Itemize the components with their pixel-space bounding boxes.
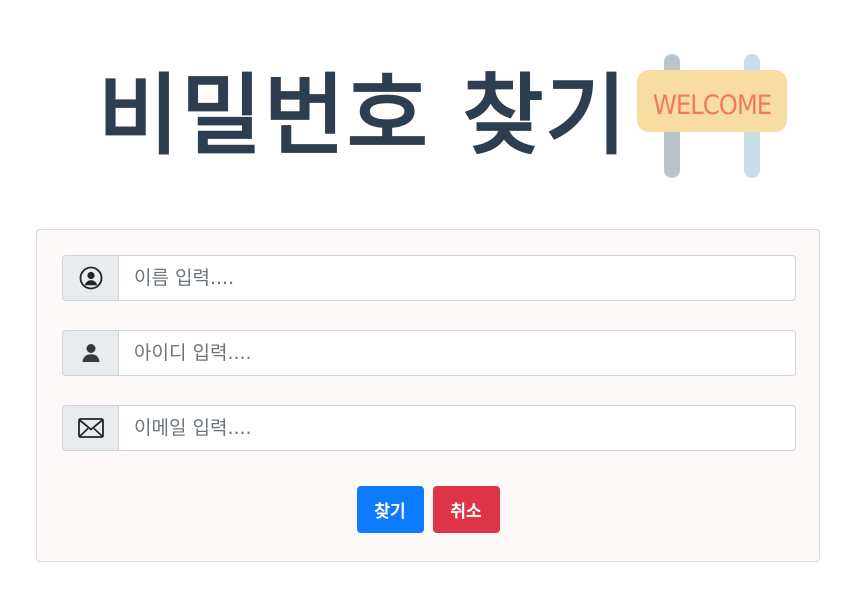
user-circle-icon xyxy=(79,266,102,290)
name-addon xyxy=(62,255,118,301)
cancel-button[interactable]: 취소 xyxy=(432,486,500,533)
id-addon xyxy=(62,330,118,376)
user-icon xyxy=(82,344,99,362)
id-input-group xyxy=(62,330,796,376)
email-input-group xyxy=(62,405,796,451)
form-actions: 찾기 취소 xyxy=(37,486,819,533)
page-title: 비밀번호 찾기 xyxy=(98,64,629,167)
name-input-group xyxy=(62,255,796,301)
email-addon xyxy=(62,405,118,451)
id-input[interactable] xyxy=(118,330,796,376)
find-button[interactable]: 찾기 xyxy=(356,486,424,533)
find-password-form: 찾기 취소 xyxy=(36,229,820,562)
welcome-sign-text: WELCOME xyxy=(653,90,771,121)
page-header: 비밀번호 찾기 WELCOME xyxy=(0,48,868,184)
email-input[interactable] xyxy=(118,405,796,451)
welcome-sign-icon: WELCOME xyxy=(637,54,787,178)
envelope-icon xyxy=(77,418,104,438)
name-input[interactable] xyxy=(118,255,796,301)
page: 비밀번호 찾기 WELCOME 이름 입력.... 아이디 입력.... 이메일… xyxy=(0,0,868,610)
